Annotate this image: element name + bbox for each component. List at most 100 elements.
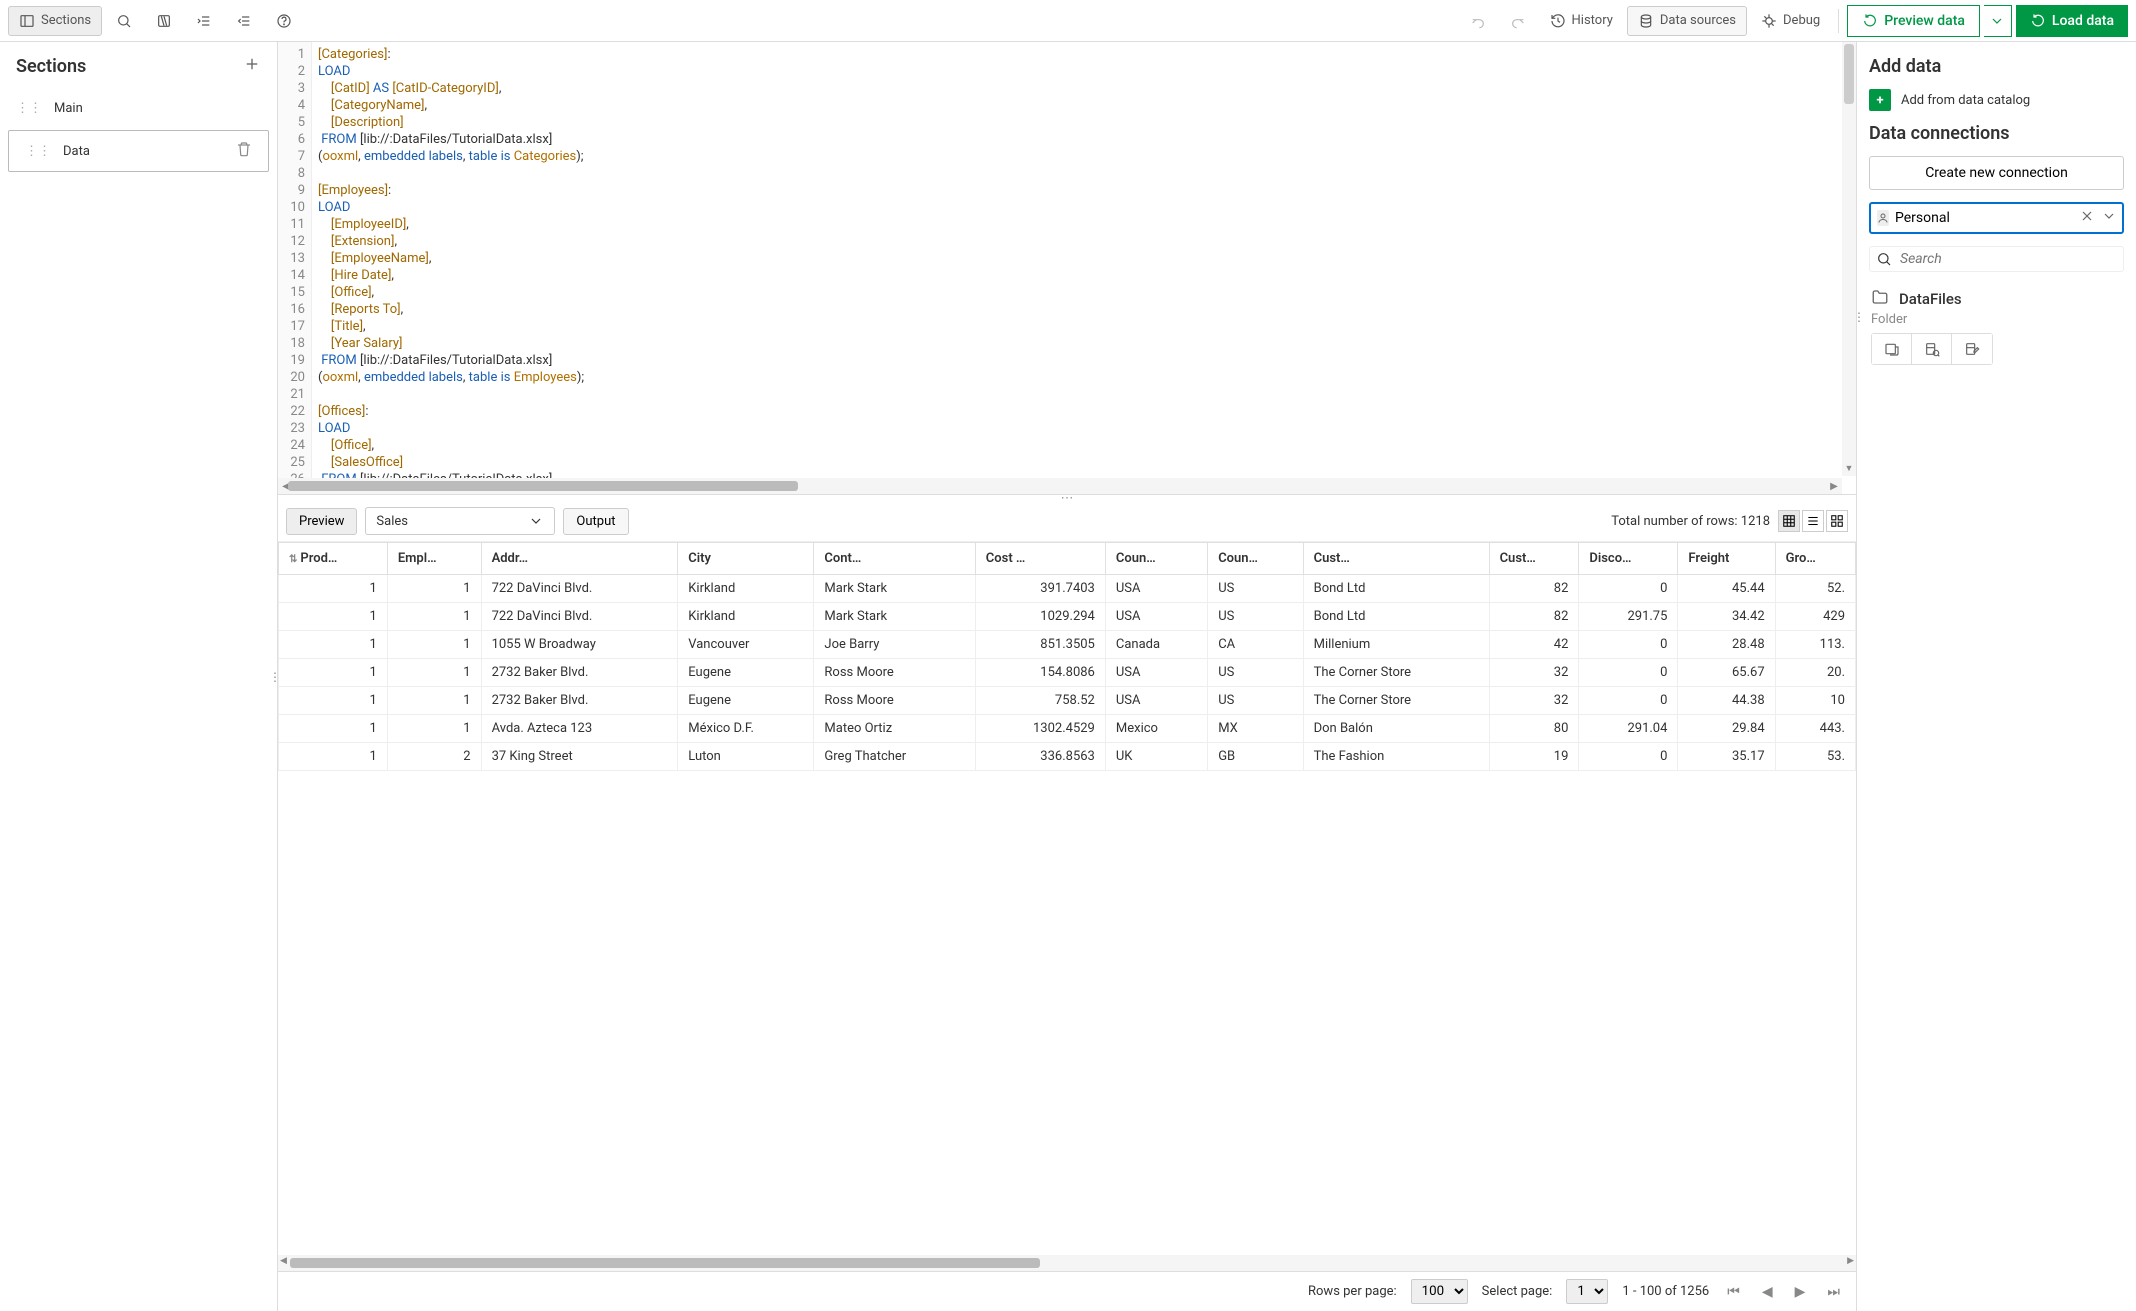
scrollbar-thumb[interactable] [288, 481, 798, 491]
code-line[interactable]: [EmployeeName], [318, 250, 1850, 267]
code-line[interactable]: LOAD [318, 199, 1850, 216]
code-line[interactable] [318, 386, 1850, 403]
table-cell[interactable]: 44.38 [1678, 687, 1775, 715]
table-cell[interactable]: USA [1105, 659, 1207, 687]
table-cell[interactable]: 1 [387, 715, 481, 743]
table-horizontal-scrollbar[interactable]: ◀ ▶ [278, 1255, 1856, 1271]
table-cell[interactable]: 722 DaVinci Blvd. [481, 575, 678, 603]
pager-next-button[interactable]: ▶ [1791, 1282, 1810, 1302]
table-cell[interactable]: Kirkland [678, 575, 814, 603]
table-row[interactable]: 112732 Baker Blvd.EugeneRoss Moore758.52… [279, 687, 1856, 715]
code-line[interactable]: [Employees]: [318, 182, 1850, 199]
code-line[interactable]: [Description] [318, 114, 1850, 131]
table-cell[interactable]: US [1208, 687, 1303, 715]
table-cell[interactable]: GB [1208, 743, 1303, 771]
column-header[interactable]: Coun… [1208, 543, 1303, 575]
data-sources-button[interactable]: Data sources [1627, 6, 1747, 36]
column-header[interactable]: Cont… [814, 543, 975, 575]
connection-space-input[interactable] [1895, 210, 2073, 226]
table-cell[interactable]: 1 [387, 659, 481, 687]
table-cell[interactable]: 1 [387, 575, 481, 603]
table-cell[interactable]: 34.42 [1678, 603, 1775, 631]
editor-vertical-scrollbar[interactable]: ▼ [1842, 42, 1856, 476]
table-cell[interactable]: Don Balón [1303, 715, 1489, 743]
table-cell[interactable]: 1 [279, 659, 388, 687]
table-row[interactable]: 11722 DaVinci Blvd.KirklandMark Stark102… [279, 603, 1856, 631]
code-line[interactable]: (ooxml, embedded labels, table is Employ… [318, 369, 1850, 386]
load-data-button[interactable]: Load data [2016, 5, 2128, 37]
column-header[interactable]: Gro… [1775, 543, 1855, 575]
table-cell[interactable]: 42 [1489, 631, 1579, 659]
table-cell[interactable]: 0 [1579, 743, 1678, 771]
code-line[interactable]: [Reports To], [318, 301, 1850, 318]
table-cell[interactable]: The Corner Store [1303, 659, 1489, 687]
code-line[interactable]: [EmployeeID], [318, 216, 1850, 233]
table-cell[interactable]: 851.3505 [975, 631, 1105, 659]
table-cell[interactable]: 429 [1775, 603, 1855, 631]
debug-button[interactable]: Debug [1751, 6, 1830, 36]
table-cell[interactable]: México D.F. [678, 715, 814, 743]
sidebar-item-data[interactable]: ⋮⋮ Data [8, 130, 269, 172]
code-area[interactable]: [Categories]:LOAD [CatID] AS [CatID-Cate… [312, 42, 1856, 494]
code-line[interactable]: [Title], [318, 318, 1850, 335]
create-connection-button[interactable]: Create new connection [1869, 156, 2124, 190]
table-cell[interactable]: Mexico [1105, 715, 1207, 743]
table-cell[interactable]: 0 [1579, 687, 1678, 715]
table-cell[interactable]: 2732 Baker Blvd. [481, 687, 678, 715]
table-cell[interactable]: 32 [1489, 687, 1579, 715]
table-cell[interactable]: USA [1105, 603, 1207, 631]
table-row[interactable]: 112732 Baker Blvd.EugeneRoss Moore154.80… [279, 659, 1856, 687]
table-cell[interactable]: 1055 W Broadway [481, 631, 678, 659]
column-header[interactable]: Coun… [1105, 543, 1207, 575]
table-cell[interactable]: 2732 Baker Blvd. [481, 659, 678, 687]
sections-button[interactable]: Sections [8, 6, 102, 36]
table-cell[interactable]: 0 [1579, 659, 1678, 687]
table-cell[interactable]: 37 King Street [481, 743, 678, 771]
table-cell[interactable]: Millenium [1303, 631, 1489, 659]
table-cell[interactable]: Greg Thatcher [814, 743, 975, 771]
table-cell[interactable]: 1 [279, 715, 388, 743]
table-cell[interactable]: US [1208, 659, 1303, 687]
pager-last-button[interactable]: ⏭ [1823, 1282, 1844, 1302]
column-header[interactable]: ⇅Prod… [279, 543, 388, 575]
code-line[interactable]: [CategoryName], [318, 97, 1850, 114]
table-cell[interactable]: 1029.294 [975, 603, 1105, 631]
scrollbar-thumb[interactable] [290, 1258, 1040, 1268]
rows-per-page-select[interactable]: 100 [1411, 1279, 1468, 1304]
table-cell[interactable]: MX [1208, 715, 1303, 743]
table-cell[interactable]: Avda. Azteca 123 [481, 715, 678, 743]
table-cell[interactable]: Eugene [678, 659, 814, 687]
table-cell[interactable]: 82 [1489, 603, 1579, 631]
table-cell[interactable]: 45.44 [1678, 575, 1775, 603]
table-cell[interactable]: 1 [279, 687, 388, 715]
table-cell[interactable]: 291.04 [1579, 715, 1678, 743]
connection-item-datafiles[interactable]: DataFiles Folder [1869, 284, 2124, 369]
table-cell[interactable]: Luton [678, 743, 814, 771]
dropdown-button[interactable] [2101, 208, 2117, 228]
scrollbar-thumb[interactable] [1844, 44, 1854, 104]
table-cell[interactable]: 29.84 [1678, 715, 1775, 743]
code-line[interactable]: (ooxml, embedded labels, table is Catego… [318, 148, 1850, 165]
table-cell[interactable]: The Fashion [1303, 743, 1489, 771]
table-cell[interactable]: 2 [387, 743, 481, 771]
table-cell[interactable]: Mateo Ortiz [814, 715, 975, 743]
column-header[interactable]: Freight [1678, 543, 1775, 575]
pager-first-button[interactable]: ⏮ [1723, 1282, 1744, 1302]
code-line[interactable]: [SalesOffice] [318, 454, 1850, 471]
column-header[interactable]: Cost … [975, 543, 1105, 575]
code-line[interactable]: LOAD [318, 420, 1850, 437]
code-line[interactable]: LOAD [318, 63, 1850, 80]
output-tab[interactable]: Output [563, 508, 628, 535]
table-cell[interactable]: UK [1105, 743, 1207, 771]
sidebar-item-main[interactable]: ⋮⋮ Main [0, 91, 277, 126]
indent-button[interactable] [186, 6, 222, 36]
code-line[interactable]: FROM [lib://:DataFiles/TutorialData.xlsx… [318, 352, 1850, 369]
column-header[interactable]: Cust… [1489, 543, 1579, 575]
column-header[interactable]: Empl… [387, 543, 481, 575]
table-cell[interactable]: 1 [279, 743, 388, 771]
table-cell[interactable]: Bond Ltd [1303, 575, 1489, 603]
table-cell[interactable]: 19 [1489, 743, 1579, 771]
clear-button[interactable] [2079, 208, 2095, 228]
table-cell[interactable]: 0 [1579, 575, 1678, 603]
column-header[interactable]: Cust… [1303, 543, 1489, 575]
